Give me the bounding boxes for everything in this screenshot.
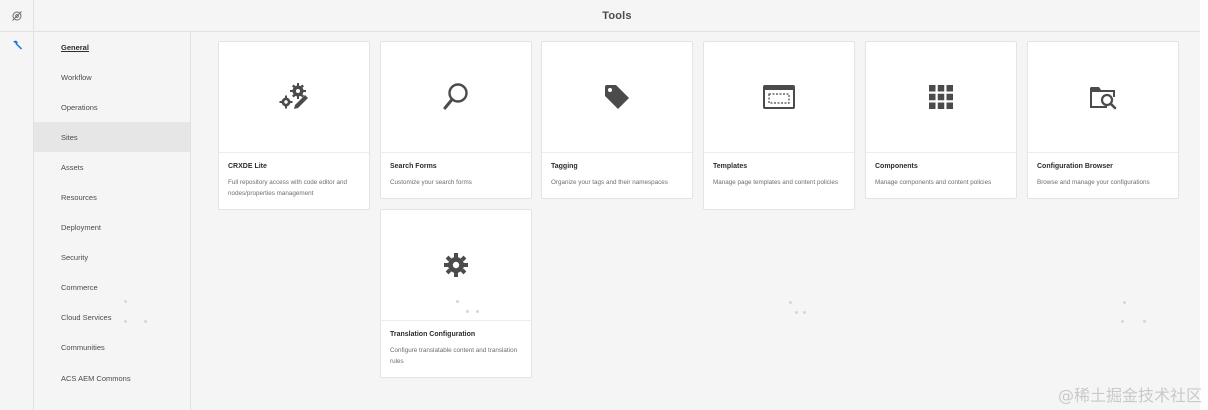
sidebar-item-communities[interactable]: Communities	[34, 333, 190, 363]
card-thumbnail	[1028, 42, 1178, 153]
sidebar-item-security[interactable]: Security	[34, 243, 190, 273]
card-title: Templates	[713, 163, 748, 170]
card-title: Translation Configuration	[390, 331, 476, 338]
window-edge	[1200, 0, 1208, 410]
card-thumbnail	[381, 42, 531, 153]
sidebar-item-label: General	[61, 42, 89, 52]
left-rail	[0, 0, 34, 410]
sidebar-item-label: Cloud Services	[61, 313, 112, 323]
gear-icon	[444, 253, 468, 277]
sidebar-item-deployment[interactable]: Deployment	[34, 213, 190, 243]
card-thumbnail	[704, 42, 854, 153]
sidebar-item-operations[interactable]: Operations	[34, 92, 190, 122]
sidebar-item-label: ACS AEM Commons	[61, 373, 131, 383]
sidebar-item-assets[interactable]: Assets	[34, 152, 190, 182]
tag-icon	[605, 85, 629, 109]
sidebar-item-workflow[interactable]: Workflow	[34, 62, 190, 92]
tools-rail-button[interactable]	[0, 32, 33, 58]
sidebar-item-sites[interactable]: Sites	[34, 122, 190, 153]
eye-slash-icon	[11, 10, 22, 21]
rail-toggle-button[interactable]	[0, 0, 33, 32]
card-title: Components	[875, 163, 918, 170]
template-icon	[763, 85, 795, 109]
sidebar-item-label: Commerce	[61, 283, 98, 293]
card-description: Full repository access with code editor …	[228, 179, 347, 197]
sidebar-item-label: Security	[61, 253, 89, 263]
sidebar-item-label: Resources	[61, 193, 97, 203]
card-description: Configure translatable content and trans…	[390, 347, 518, 365]
card-thumbnail	[542, 42, 692, 153]
sidebar-item-general[interactable]: General	[34, 32, 190, 62]
card-title: Search Forms	[390, 163, 437, 170]
tool-card-translation-configuration[interactable]: Translation Configuration Configure tran…	[380, 209, 532, 378]
watermark: @稀土掘金技术社区	[1057, 386, 1202, 405]
sidebar-item-label: Communities	[61, 343, 105, 353]
sidebar-item-commerce[interactable]: Commerce	[34, 273, 190, 303]
card-title: Configuration Browser	[1037, 163, 1113, 170]
sidebar-item-label: Sites	[61, 132, 78, 142]
card-description: Organize your tags and their namespaces	[551, 179, 668, 186]
card-thumbnail	[381, 210, 531, 321]
sidebar-item-cloud-services[interactable]: Cloud Services	[34, 303, 190, 333]
sidebar-item-label: Workflow	[61, 72, 92, 82]
sidebar-item-label: Deployment	[61, 223, 102, 233]
sidebar-item-resources[interactable]: Resources	[34, 182, 190, 212]
header-bar: Tools	[34, 0, 1200, 32]
grid-icon	[929, 85, 953, 109]
card-description: Customize your search forms	[390, 179, 472, 186]
folder-search-icon	[1090, 87, 1117, 110]
sidebar-item-acs-aem-commons[interactable]: ACS AEM Commons	[34, 363, 190, 393]
page-title: Tools	[602, 9, 632, 22]
tool-card-search-forms[interactable]: Search Forms Customize your search forms	[380, 41, 532, 199]
card-title: CRXDE Lite	[228, 163, 267, 170]
tool-card-templates[interactable]: Templates Manage page templates and cont…	[703, 41, 855, 210]
tool-card-tagging[interactable]: Tagging Organize your tags and their nam…	[541, 41, 693, 199]
tool-card-components[interactable]: Components Manage components and content…	[865, 41, 1017, 199]
tools-sidebar: General Workflow Operations Sites Assets…	[34, 32, 191, 410]
search-icon	[443, 83, 468, 110]
tool-card-configuration-browser[interactable]: Configuration Browser Browse and manage …	[1027, 41, 1179, 199]
tool-card-crxde-lite[interactable]: CRXDE Lite Full repository access with c…	[218, 41, 370, 210]
sidebar-item-label: Operations	[61, 102, 98, 112]
card-title: Tagging	[551, 163, 578, 170]
card-description: Browse and manage your configurations	[1037, 179, 1150, 186]
sidebar-item-label: Assets	[61, 162, 84, 172]
card-thumbnail	[219, 42, 369, 153]
card-thumbnail	[866, 42, 1016, 153]
tools-card-grid: CRXDE Lite Full repository access with c…	[191, 32, 1200, 410]
hammer-icon	[12, 40, 22, 50]
card-description: Manage components and content policies	[875, 179, 992, 186]
card-description: Manage page templates and content polici…	[713, 179, 838, 186]
gears-pencil-icon	[279, 83, 308, 109]
